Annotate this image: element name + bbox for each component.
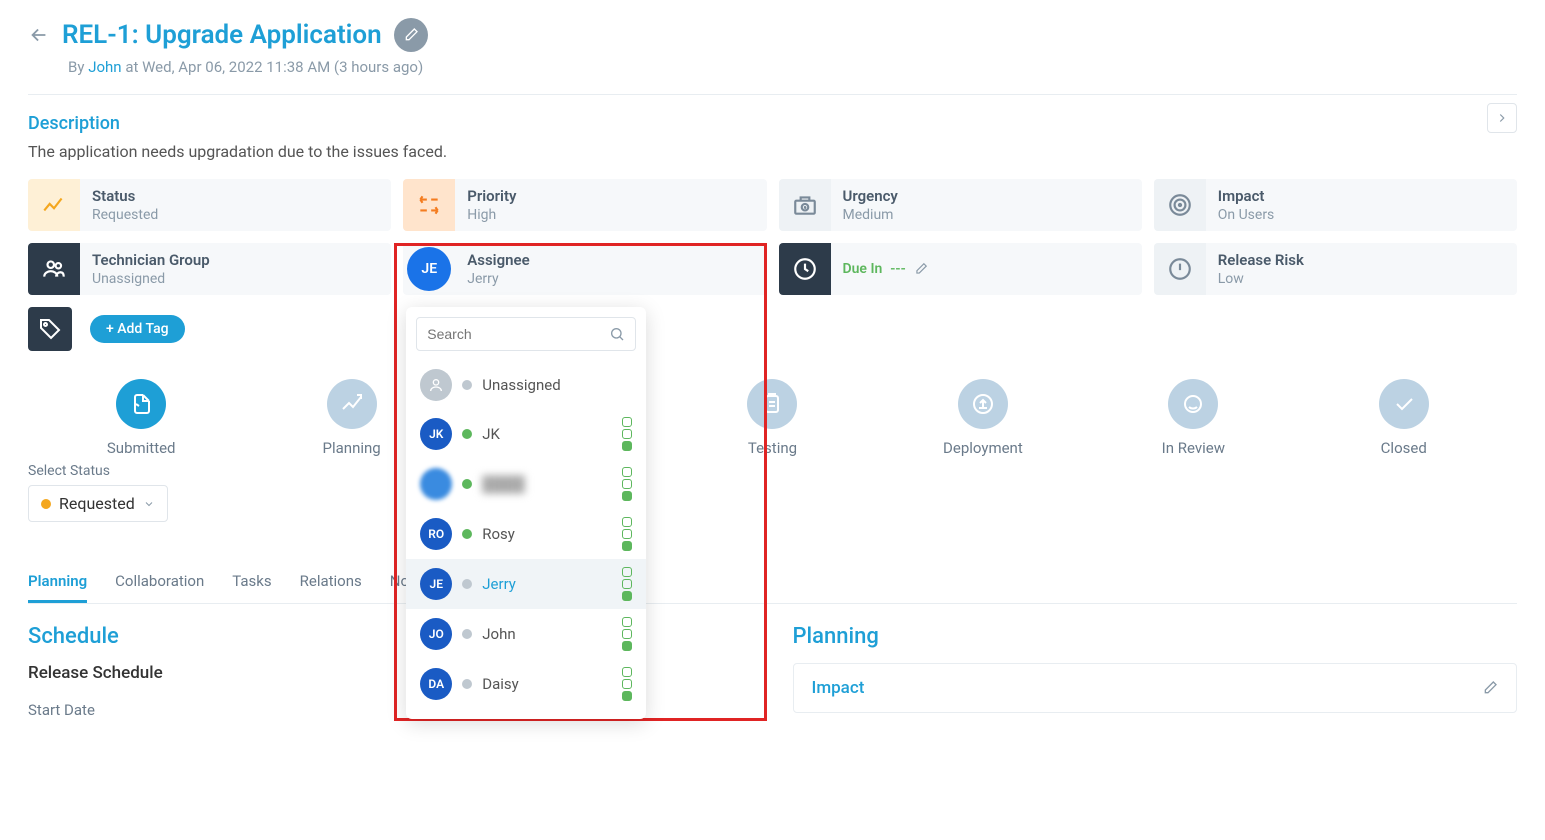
option-name: Jerry [482, 575, 612, 593]
author-link[interactable]: John [88, 58, 121, 76]
stage-label: Testing [748, 439, 797, 457]
stage-label: Closed [1381, 439, 1427, 457]
capacity-indicator [622, 617, 632, 651]
presence-dot [462, 429, 472, 439]
search-input[interactable] [427, 326, 609, 342]
stage-testing[interactable]: Testing [667, 379, 877, 457]
assignee-option[interactable]: RO Rosy [406, 509, 646, 559]
edit-due-icon[interactable] [914, 262, 928, 276]
assignee-option[interactable]: JO John [406, 609, 646, 659]
description-text: The application needs upgradation due to… [28, 142, 1517, 161]
avatar: DA [420, 668, 452, 700]
urgency-card[interactable]: Urgency Medium [779, 179, 1142, 231]
assignee-option[interactable]: JE Jerry [406, 559, 646, 609]
tab-planning[interactable]: Planning [28, 562, 87, 603]
collapse-chevron-icon[interactable] [1487, 103, 1517, 133]
urgency-icon [779, 179, 831, 231]
avatar: RO [420, 518, 452, 550]
priority-card[interactable]: Priority High [403, 179, 766, 231]
back-arrow[interactable] [28, 24, 50, 46]
capacity-indicator [622, 567, 632, 601]
priority-icon [403, 179, 455, 231]
risk-icon [1154, 243, 1206, 295]
start-date-label: Start Date [28, 701, 370, 719]
presence-dot [462, 579, 472, 589]
planning-title: Planning [793, 624, 1518, 649]
stage-label: Submitted [107, 439, 176, 457]
page-title: REL-1: Upgrade Application [62, 20, 382, 50]
due-in-card[interactable]: Due In --- [779, 243, 1142, 295]
capacity-indicator [622, 417, 632, 451]
capacity-indicator [622, 667, 632, 701]
stage-label: Deployment [943, 439, 1023, 457]
assignee-dropdown: UnassignedJKJK████RORosyJEJerryJOJohnDAD… [406, 307, 646, 719]
edit-icon[interactable] [1482, 680, 1498, 696]
status-dot-icon [41, 499, 51, 509]
stage-icon [1379, 379, 1429, 429]
avatar: JK [420, 418, 452, 450]
status-icon [28, 179, 80, 231]
select-status-label: Select Status [28, 463, 1517, 479]
assignee-card[interactable]: JE Assignee Jerry [403, 243, 766, 295]
stage-submitted[interactable]: Submitted [36, 379, 246, 457]
stage-icon [116, 379, 166, 429]
avatar [420, 369, 452, 401]
status-card[interactable]: Status Requested [28, 179, 391, 231]
option-name: Unassigned [482, 376, 632, 394]
assignee-avatar: JE [407, 247, 451, 291]
tab-collaboration[interactable]: Collaboration [115, 562, 204, 603]
tech-group-card[interactable]: Technician Group Unassigned [28, 243, 391, 295]
stage-label: In Review [1162, 439, 1225, 457]
tab-relations[interactable]: Relations [300, 562, 362, 603]
capacity-indicator [622, 467, 632, 501]
impact-plan-card[interactable]: Impact [793, 663, 1518, 713]
group-icon [28, 243, 80, 295]
add-tag-button[interactable]: + Add Tag [90, 315, 185, 343]
description-label: Description [28, 113, 1517, 134]
assignee-option[interactable]: ████ [406, 459, 646, 509]
option-name: Rosy [482, 525, 612, 543]
assignee-option[interactable]: DA Daisy [406, 659, 646, 709]
stage-in-review[interactable]: In Review [1088, 379, 1298, 457]
option-name: John [482, 625, 612, 643]
presence-dot [462, 479, 472, 489]
assignee-option[interactable]: Unassigned [406, 361, 646, 409]
option-name: ████ [482, 475, 612, 493]
impact-icon [1154, 179, 1206, 231]
stage-icon [1168, 379, 1218, 429]
release-risk-card[interactable]: Release Risk Low [1154, 243, 1517, 295]
option-name: Daisy [482, 675, 612, 693]
stage-icon [958, 379, 1008, 429]
avatar: JE [420, 568, 452, 600]
stage-deployment[interactable]: Deployment [878, 379, 1088, 457]
status-dropdown[interactable]: Requested [28, 485, 168, 522]
assignee-option[interactable]: JK JK [406, 409, 646, 459]
impact-card[interactable]: Impact On Users [1154, 179, 1517, 231]
stage-label: Planning [323, 439, 381, 457]
stage-closed[interactable]: Closed [1299, 379, 1509, 457]
edit-title-button[interactable] [394, 18, 428, 52]
stage-icon [747, 379, 797, 429]
option-name: JK [482, 425, 612, 443]
presence-dot [462, 629, 472, 639]
presence-dot [462, 529, 472, 539]
search-icon [609, 326, 625, 342]
tag-icon [28, 307, 72, 351]
avatar [420, 468, 452, 500]
dropdown-search[interactable] [416, 317, 636, 351]
avatar: JO [420, 618, 452, 650]
stage-icon [327, 379, 377, 429]
chevron-down-icon [143, 498, 155, 510]
presence-dot [462, 380, 472, 390]
byline: By John at Wed, Apr 06, 2022 11:38 AM (3… [68, 58, 1517, 76]
capacity-indicator [622, 517, 632, 551]
tab-tasks[interactable]: Tasks [232, 562, 271, 603]
clock-icon [779, 243, 831, 295]
presence-dot [462, 679, 472, 689]
